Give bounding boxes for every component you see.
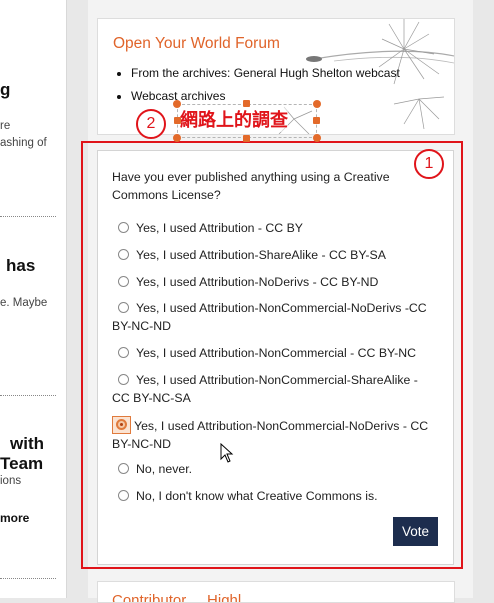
resize-handle[interactable] bbox=[313, 117, 320, 124]
annotation-box-1 bbox=[81, 141, 463, 569]
resize-handle[interactable] bbox=[173, 100, 181, 108]
resize-handle[interactable] bbox=[243, 135, 250, 142]
left-column: g re ashing of has e. Maybe with Team io… bbox=[0, 0, 67, 598]
mouse-pointer-icon bbox=[220, 443, 234, 463]
annotation-badge-1: 1 bbox=[414, 149, 444, 179]
annotation-badge-2: 2 bbox=[136, 109, 166, 139]
resize-handle[interactable] bbox=[313, 134, 321, 142]
forum-link[interactable]: Webcast archives bbox=[131, 89, 400, 103]
article-heading-fragment[interactable]: has bbox=[6, 256, 35, 276]
annotation-label-box[interactable]: 網路上的調查 bbox=[173, 100, 321, 142]
article-text-fragment: e. Maybe bbox=[0, 297, 48, 309]
article-heading-fragment[interactable]: with bbox=[10, 434, 44, 454]
article-heading-fragment[interactable]: Team bbox=[0, 454, 43, 474]
article-text-fragment: ashing of bbox=[0, 137, 47, 149]
forum-title[interactable]: Open Your World Forum bbox=[113, 35, 280, 53]
article-text-fragment: ions bbox=[0, 475, 22, 487]
resize-handle[interactable] bbox=[174, 117, 181, 124]
resize-handle[interactable] bbox=[243, 100, 250, 107]
annotation-label: 網路上的調查 bbox=[180, 106, 288, 132]
divider bbox=[0, 578, 56, 579]
resize-handle[interactable] bbox=[313, 100, 321, 108]
forum-link[interactable]: From the archives: General Hugh Shelton … bbox=[131, 66, 400, 80]
divider bbox=[0, 216, 56, 217]
article-text-fragment: re bbox=[0, 120, 11, 132]
divider bbox=[0, 395, 56, 396]
article-heading-fragment[interactable]: g bbox=[0, 80, 10, 100]
read-more-link[interactable]: more bbox=[0, 511, 29, 525]
next-widget: Contributor ... Highl... bbox=[97, 581, 455, 603]
resize-handle[interactable] bbox=[173, 134, 181, 142]
